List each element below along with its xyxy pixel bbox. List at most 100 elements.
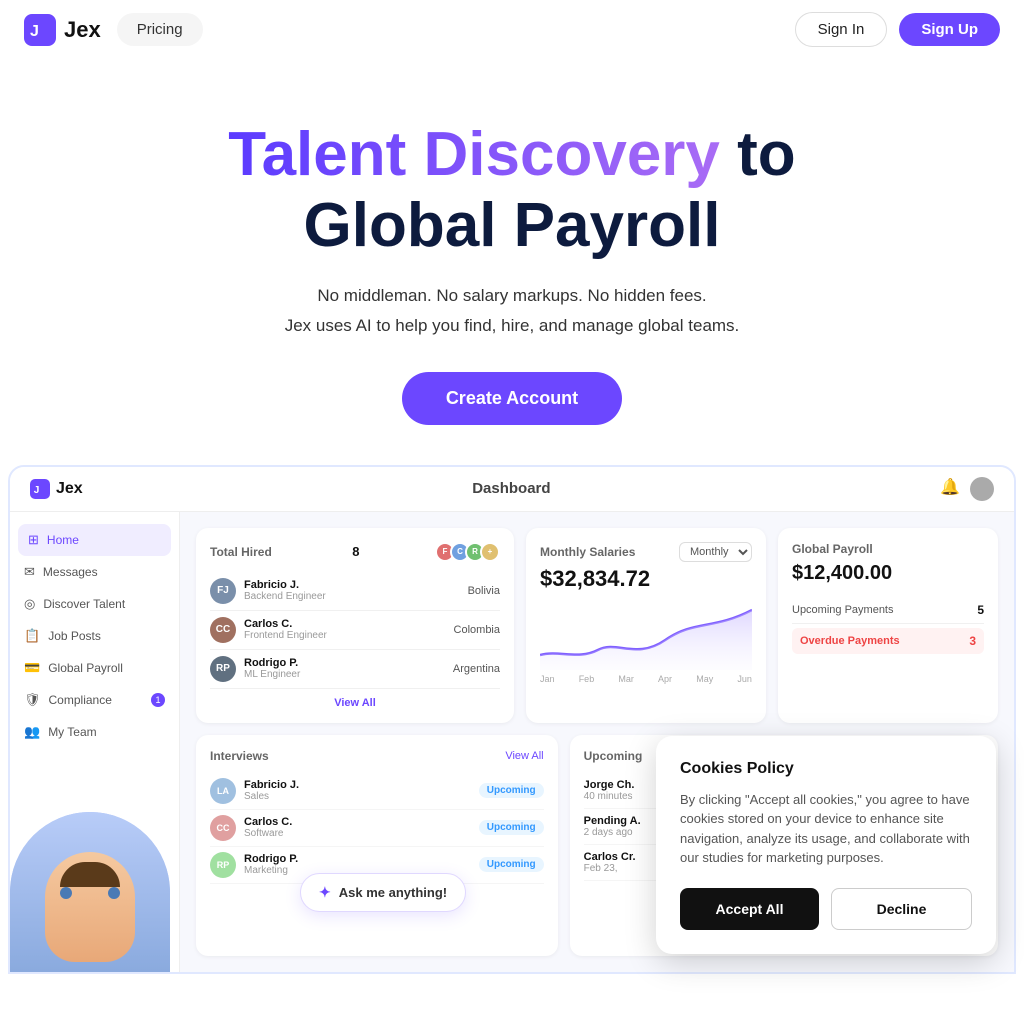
cookie-buttons: Accept All Decline xyxy=(680,888,972,930)
sidebar-label-jobs: Job Posts xyxy=(48,629,101,643)
interview-avatar-fabricio: LA xyxy=(210,778,236,804)
person-details-rodrigo: Rodrigo P. ML Engineer xyxy=(244,657,300,680)
sidebar-label-team: My Team xyxy=(48,725,96,739)
hero-title: Talent Discovery toGlobal Payroll xyxy=(20,119,1004,262)
home-icon: ⊞ xyxy=(28,532,39,548)
chart-label-may: May xyxy=(696,674,713,684)
navbar-right: Sign In Sign Up xyxy=(795,12,1000,47)
logo-wrapper: J Jex xyxy=(24,14,101,46)
sidebar-item-discover[interactable]: ◎ Discover Talent xyxy=(10,588,179,620)
interview-dept-carlos2: Software xyxy=(244,828,292,839)
person-role-rodrigo: ML Engineer xyxy=(244,669,300,680)
interview-row-carlos2: CC Carlos C. Software Upcoming xyxy=(210,810,544,847)
compliance-icon: 🛡 xyxy=(24,692,41,708)
sidebar-label-payroll: Global Payroll xyxy=(48,661,123,675)
interviews-label: Interviews xyxy=(210,749,269,763)
salary-amount: $32,834.72 xyxy=(540,566,752,592)
upcoming-payments-row: Upcoming Payments 5 xyxy=(792,597,984,624)
top-cards-row: Total Hired 8 F C R + xyxy=(196,528,998,723)
interview-row-fabricio: LA Fabricio J. Sales Upcoming xyxy=(210,773,544,810)
sidebar-item-home[interactable]: ⊞ Home xyxy=(18,524,171,556)
messages-icon: ✉ xyxy=(24,564,35,580)
interview-status-carlos2: Upcoming xyxy=(479,820,544,835)
interviews-card: Interviews View All LA Fabricio J. Sales xyxy=(196,735,558,956)
interview-status-rodrigo2: Upcoming xyxy=(479,857,544,872)
navbar: J Jex Pricing Sign In Sign Up xyxy=(0,0,1024,59)
interview-name-carlos2: Carlos C. xyxy=(244,816,292,828)
cookie-banner: Cookies Policy By clicking "Accept all c… xyxy=(656,736,996,954)
hero-subtitle2: Jex uses AI to help you find, hire, and … xyxy=(20,316,1004,336)
hero-title-gradient: Talent Discovery xyxy=(228,120,720,189)
interview-name-fabricio: Fabricio J. xyxy=(244,779,299,791)
hero-subtitle1: No middleman. No salary markups. No hidd… xyxy=(20,286,1004,306)
db-logo: J Jex xyxy=(30,479,83,499)
person-country-fabricio: Bolivia xyxy=(468,585,500,597)
dashboard-title: Dashboard xyxy=(472,480,550,497)
salary-chart-svg xyxy=(540,600,752,670)
accept-cookies-button[interactable]: Accept All xyxy=(680,888,819,930)
svg-text:J: J xyxy=(34,484,40,495)
interview-details-fabricio: Fabricio J. Sales xyxy=(244,779,299,802)
svg-text:J: J xyxy=(30,23,39,40)
jex-logo-icon: J xyxy=(24,14,56,46)
pricing-button[interactable]: Pricing xyxy=(117,13,203,46)
navbar-left: J Jex Pricing xyxy=(24,13,203,46)
logo-text: Jex xyxy=(64,17,101,43)
signup-button[interactable]: Sign Up xyxy=(899,13,1000,46)
interview-details-carlos2: Carlos C. Software xyxy=(244,816,292,839)
ai-button[interactable]: ✦ Ask me anything! xyxy=(300,873,466,912)
salaries-header: Monthly Salaries Monthly Weekly Yearly xyxy=(540,542,752,562)
sidebar-item-compliance[interactable]: 🛡 Compliance 1 xyxy=(10,684,179,716)
payroll-label: Global Payroll xyxy=(792,542,984,556)
person-details-fabricio: Fabricio J. Backend Engineer xyxy=(244,579,326,602)
interview-status-fabricio: Upcoming xyxy=(479,783,544,798)
total-hired-card: Total Hired 8 F C R + xyxy=(196,528,514,723)
jobs-icon: 📋 xyxy=(24,628,40,644)
create-account-button[interactable]: Create Account xyxy=(402,372,622,425)
monthly-select[interactable]: Monthly Weekly Yearly xyxy=(679,542,752,562)
chart-labels: Jan Feb Mar Apr May Jun xyxy=(540,674,752,684)
sidebar-label-discover: Discover Talent xyxy=(43,597,125,611)
chart-label-apr: Apr xyxy=(658,674,672,684)
decline-cookies-button[interactable]: Decline xyxy=(831,888,972,930)
sidebar-item-team[interactable]: 👥 My Team xyxy=(10,716,179,748)
discover-icon: ◎ xyxy=(24,596,35,612)
total-hired-label: Total Hired xyxy=(210,545,272,559)
team-icon: 👥 xyxy=(24,724,40,740)
salaries-label: Monthly Salaries xyxy=(540,545,635,559)
person-row-rodrigo: RP Rodrigo P. ML Engineer Argentina xyxy=(210,650,500,689)
avatar-carlos: CC xyxy=(210,617,236,643)
sidebar-item-messages[interactable]: ✉ Messages xyxy=(10,556,179,588)
overdue-payments-row: Overdue Payments 3 xyxy=(792,628,984,654)
dashboard-topbar: J Jex Dashboard 🔔 xyxy=(10,467,1014,512)
signin-button[interactable]: Sign In xyxy=(795,12,888,47)
sidebar-label-compliance: Compliance xyxy=(49,693,112,707)
sidebar-item-payroll[interactable]: 💳 Global Payroll xyxy=(10,652,179,684)
interview-details-rodrigo2: Rodrigo P. Marketing xyxy=(244,853,298,876)
sidebar-item-jobs[interactable]: 📋 Job Posts xyxy=(10,620,179,652)
total-hired-header: Total Hired 8 F C R + xyxy=(210,542,500,562)
notification-icon: 🔔 xyxy=(940,477,960,501)
person-role-carlos: Frontend Engineer xyxy=(244,630,327,641)
salary-chart xyxy=(540,600,752,670)
person-country-rodrigo: Argentina xyxy=(453,663,500,675)
overdue-payments-label: Overdue Payments xyxy=(800,635,900,647)
interviews-view-all[interactable]: View All xyxy=(505,750,543,762)
total-hired-count: 8 xyxy=(352,544,359,559)
db-logo-text: Jex xyxy=(56,480,83,498)
hero-section: Talent Discovery toGlobal Payroll No mid… xyxy=(0,59,1024,465)
chart-label-mar: Mar xyxy=(618,674,634,684)
person-name-rodrigo: Rodrigo P. xyxy=(244,657,300,669)
avatar-rodrigo: RP xyxy=(210,656,236,682)
compliance-badge: 1 xyxy=(151,693,165,707)
interview-person-fabricio: LA Fabricio J. Sales xyxy=(210,778,299,804)
avatar-fabricio: FJ xyxy=(210,578,236,604)
sidebar-label-home: Home xyxy=(47,533,79,547)
person-details-carlos: Carlos C. Frontend Engineer xyxy=(244,618,327,641)
view-all-button[interactable]: View All xyxy=(210,697,500,709)
cookie-title: Cookies Policy xyxy=(680,760,972,778)
sidebar-label-messages: Messages xyxy=(43,565,98,579)
person-name-carlos: Carlos C. xyxy=(244,618,327,630)
overdue-payments-count: 3 xyxy=(969,634,976,648)
payroll-icon: 💳 xyxy=(24,660,40,676)
